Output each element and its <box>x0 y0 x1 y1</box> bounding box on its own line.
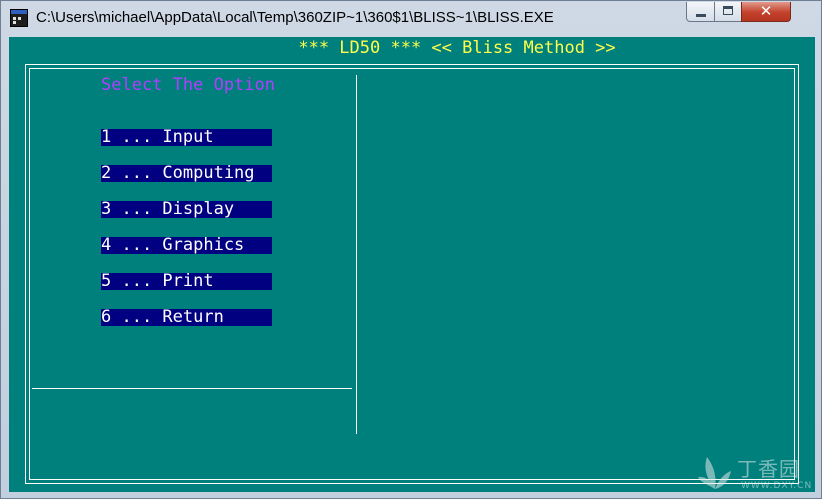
watermark-subtext: WWW.DXY.CN <box>741 481 813 491</box>
vertical-divider <box>356 75 357 434</box>
maximize-button[interactable] <box>714 2 742 22</box>
minimize-icon <box>696 14 706 17</box>
menu-item-input[interactable]: 1 ... Input <box>101 129 272 146</box>
menu-item-computing[interactable]: 2 ... Computing <box>101 165 272 182</box>
program-header: *** LD50 *** << Bliss Method >> <box>298 38 616 58</box>
menu-item-display[interactable]: 3 ... Display <box>101 201 272 218</box>
leaf-logo-icon <box>698 457 731 489</box>
app-icon-cell <box>13 17 16 20</box>
app-icon-bar <box>11 10 27 14</box>
console-app-icon[interactable] <box>10 9 28 27</box>
select-option-prompt: Select The Option <box>101 75 275 95</box>
app-icon-cell <box>13 21 16 24</box>
console-area[interactable]: *** LD50 *** << Bliss Method >> Select T… <box>9 37 815 492</box>
horizontal-divider <box>32 388 352 389</box>
minimize-button[interactable] <box>686 2 715 22</box>
maximize-icon <box>723 6 733 15</box>
console-window: C:\Users\michael\AppData\Local\Temp\360Z… <box>0 0 822 499</box>
watermark: 丁香园 WWW.DXY.CN <box>697 451 821 497</box>
watermark-text: 丁香园 <box>737 457 800 481</box>
window-title: C:\Users\michael\AppData\Local\Temp\360Z… <box>36 9 554 26</box>
menu-item-graphics[interactable]: 4 ... Graphics <box>101 237 272 254</box>
menu-item-print[interactable]: 5 ... Print <box>101 273 272 290</box>
close-icon: ✕ <box>759 2 773 20</box>
close-button[interactable]: ✕ <box>741 2 791 22</box>
title-bar[interactable]: C:\Users\michael\AppData\Local\Temp\360Z… <box>1 1 821 37</box>
app-icon-cell <box>18 17 21 20</box>
menu-item-return[interactable]: 6 ... Return <box>101 309 272 326</box>
